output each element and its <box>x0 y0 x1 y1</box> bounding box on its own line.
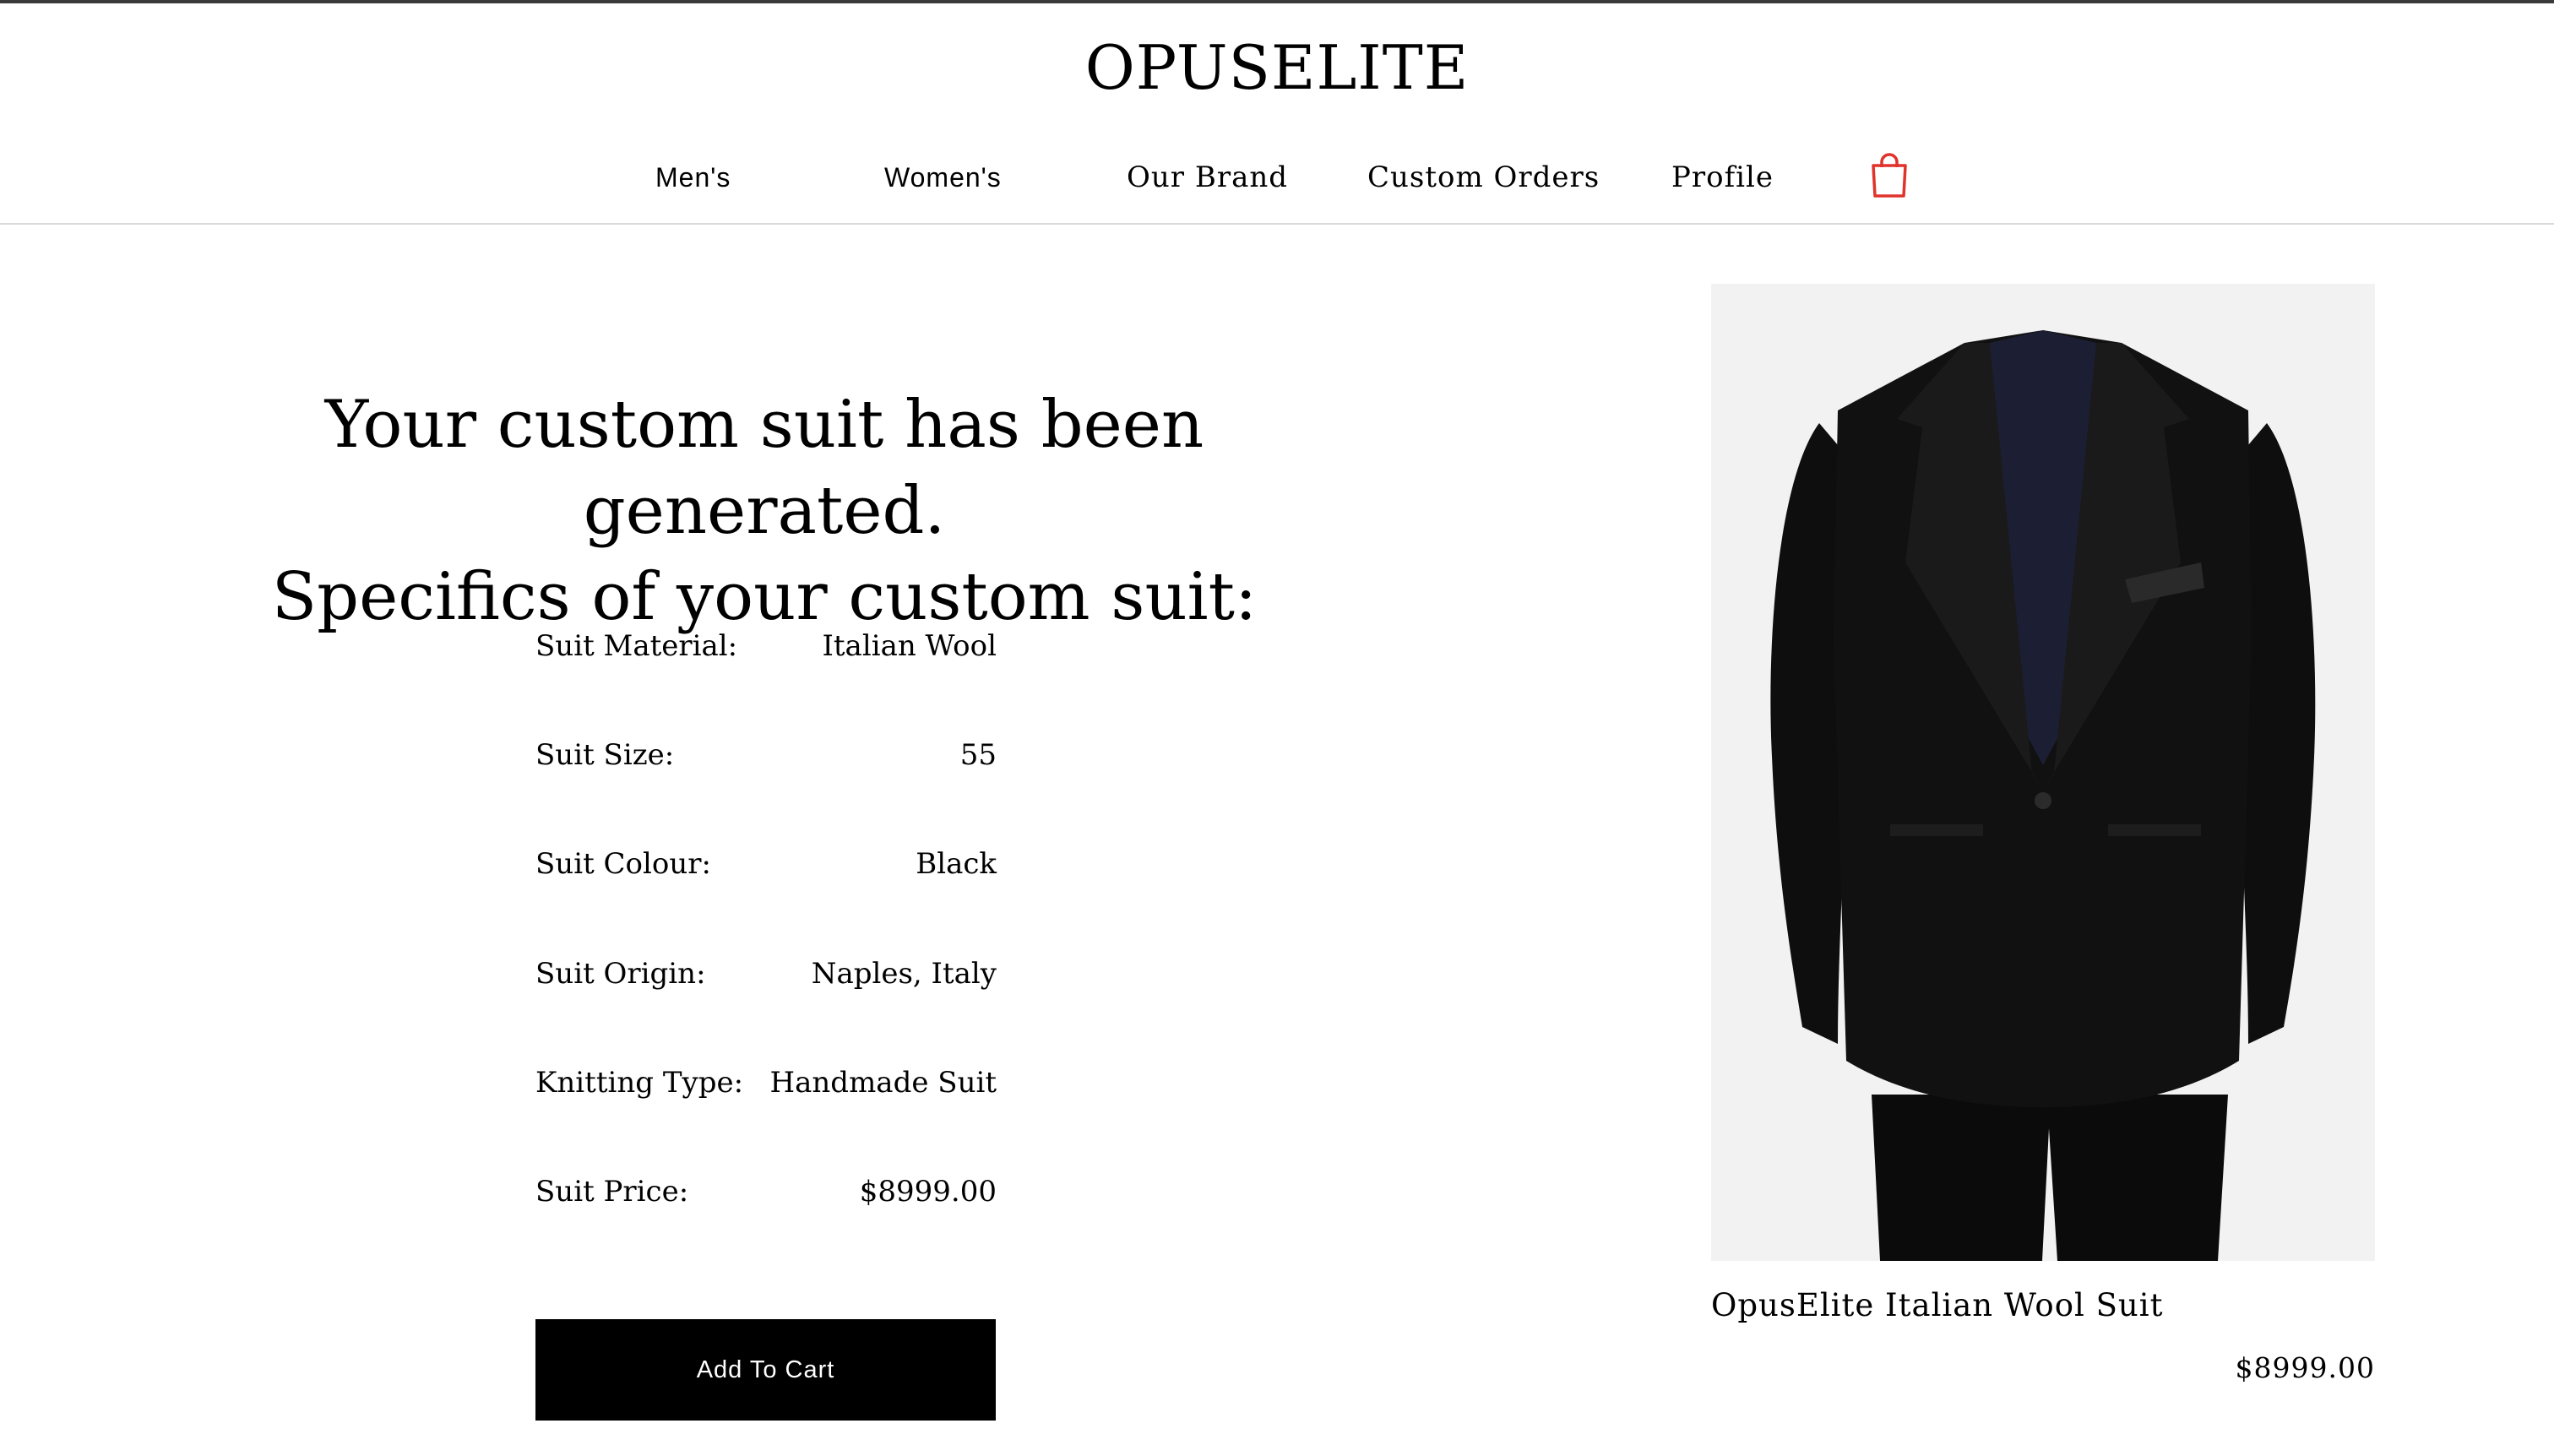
confirmation-headline: Your custom suit has been generated. Spe… <box>135 382 1394 640</box>
spec-label-price: Suit Price: <box>535 1175 689 1209</box>
spec-value-size: 55 <box>959 738 997 772</box>
nav-womens[interactable]: Women's <box>884 162 1002 193</box>
spec-label-origin: Suit Origin: <box>535 957 706 991</box>
spec-value-knitting: Handmade Suit <box>769 1066 997 1100</box>
spec-value-price: $8999.00 <box>859 1175 997 1209</box>
top-border <box>0 0 2554 3</box>
product-price: $8999.00 <box>2235 1351 2375 1384</box>
spec-label-material: Suit Material: <box>535 629 738 663</box>
nav-mens[interactable]: Men's <box>655 162 731 193</box>
shopping-bag-icon[interactable] <box>1870 152 1909 199</box>
nav-profile[interactable]: Profile <box>1671 160 1774 194</box>
site-logo[interactable]: OPUSELITE <box>0 32 2554 103</box>
add-to-cart-button[interactable]: Add To Cart <box>535 1319 996 1421</box>
spec-value-material: Italian Wool <box>822 629 997 663</box>
spec-value-colour: Black <box>916 847 997 881</box>
spec-label-knitting: Knitting Type: <box>535 1066 744 1100</box>
spec-label-colour: Suit Colour: <box>535 847 711 881</box>
spec-label-size: Suit Size: <box>535 738 675 772</box>
nav-our-brand[interactable]: Our Brand <box>1127 160 1288 194</box>
spec-value-origin: Naples, Italy <box>811 957 997 991</box>
suit-product-image[interactable] <box>1711 284 2375 1261</box>
headline-line-1: Your custom suit has been generated. <box>324 387 1204 549</box>
nav-custom-orders[interactable]: Custom Orders <box>1367 160 1600 194</box>
headline-line-2: Specifics of your custom suit: <box>271 559 1258 635</box>
header-divider <box>0 223 2554 225</box>
product-name[interactable]: OpusElite Italian Wool Suit <box>1711 1287 2163 1323</box>
